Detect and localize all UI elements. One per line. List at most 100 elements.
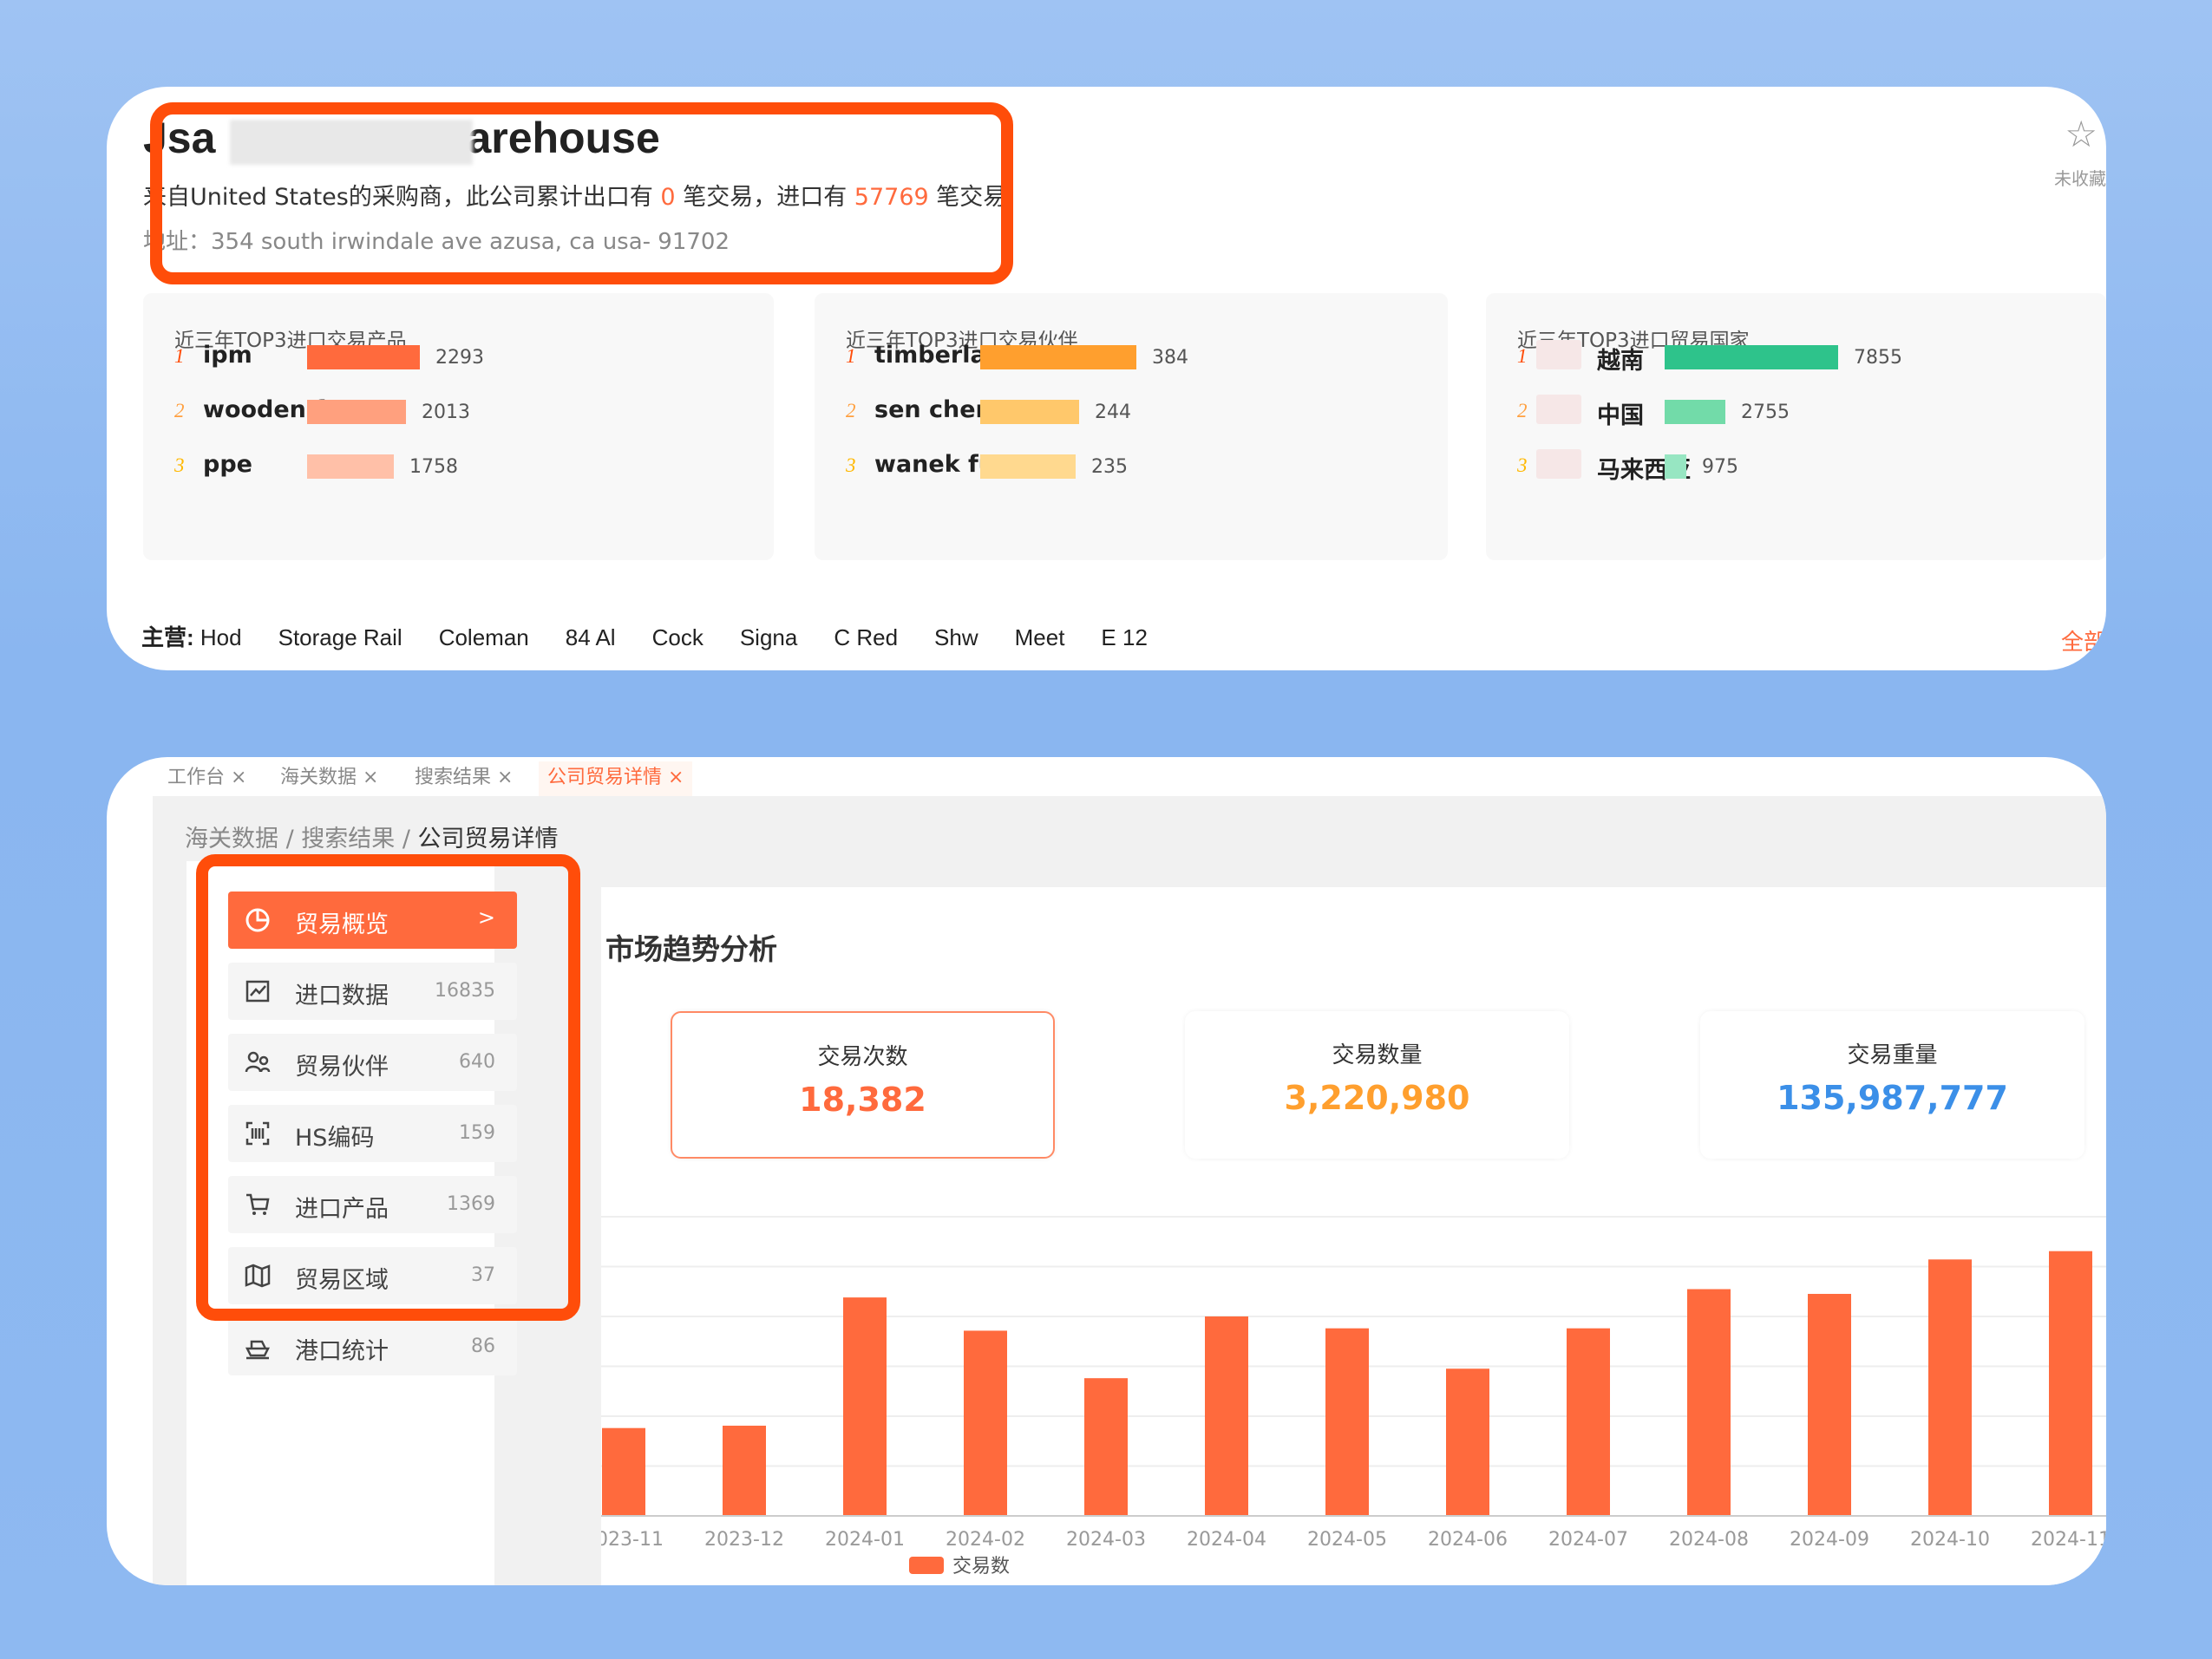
tab-workbench[interactable]: 工作台 × — [159, 761, 255, 796]
business-tag[interactable]: Signa — [740, 624, 798, 650]
top-countries-panel: 近三年TOP3进口贸易国家 1 越南 7855 2 中国 2755 3 马来西亚 975 — [1486, 293, 2106, 560]
chart-bar[interactable] — [1446, 1368, 1489, 1516]
business-tag[interactable]: Hod — [200, 624, 242, 650]
section-title: 市场趋势分析 — [605, 932, 777, 966]
flag-icon — [1536, 340, 1581, 369]
value-bar — [307, 345, 420, 369]
chart-bar[interactable] — [1205, 1316, 1248, 1516]
x-tick-label: 2024-02 — [946, 1529, 1025, 1551]
x-tick-label: 2024-06 — [1428, 1529, 1508, 1551]
chart-bar[interactable] — [1084, 1378, 1128, 1516]
tab-bar: 工作台 × 海关数据 × 搜索结果 × 公司贸易详情 × — [107, 757, 2106, 796]
ranking-row[interactable]: 3 ppe 1758 — [174, 451, 747, 489]
tab-customs-data[interactable]: 海关数据 × — [272, 761, 387, 796]
ranking-row[interactable]: 2 wooden f… 2013 — [174, 396, 747, 434]
value-bar — [1665, 345, 1838, 369]
business-tag[interactable]: Shw — [934, 624, 978, 650]
chart-bar[interactable] — [602, 1427, 645, 1516]
business-tag[interactable]: E 12 — [1101, 624, 1148, 650]
stat-card[interactable]: 交易重量 135,987,777 — [1700, 1011, 2084, 1159]
item-name[interactable]: ipm — [203, 342, 252, 369]
legend-label[interactable]: 交易数 — [952, 1556, 1010, 1577]
item-value: 2293 — [435, 347, 484, 369]
x-tick-label: 2023-12 — [704, 1529, 784, 1551]
close-icon[interactable]: × — [497, 767, 513, 788]
stat-card[interactable]: 交易数量 3,220,980 — [1185, 1011, 1569, 1159]
tab-company-detail[interactable]: 公司贸易详情 × — [539, 761, 693, 796]
business-tag[interactable]: Coleman — [439, 624, 529, 650]
item-value: 384 — [1152, 347, 1188, 369]
sidebar-item-count: 86 — [471, 1336, 495, 1357]
value-bar — [307, 454, 394, 479]
star-icon[interactable]: ☆ — [2065, 113, 2097, 155]
ship-icon — [244, 1333, 272, 1361]
business-tag[interactable]: 84 Al — [566, 624, 616, 650]
chart-bar[interactable] — [843, 1297, 887, 1516]
close-icon[interactable]: × — [363, 767, 378, 788]
chart-bar[interactable] — [723, 1425, 766, 1516]
highlight-box — [150, 102, 1013, 284]
all-business-link[interactable]: 全部 — [2061, 624, 2106, 656]
ranking-row[interactable]: 1 timberlan… 384 — [846, 342, 1418, 380]
stat-value: 135,987,777 — [1777, 1079, 2008, 1117]
stat-card[interactable]: 交易次数 18,382 — [671, 1011, 1055, 1159]
ranking-row[interactable]: 1 越南 7855 — [1517, 340, 2090, 380]
x-tick-label: 2024-11 — [2031, 1529, 2106, 1551]
item-name[interactable]: 中国 — [1597, 396, 1644, 430]
flag-icon — [1536, 449, 1581, 479]
sidebar-item-7[interactable]: 港口统计 86 — [228, 1318, 517, 1375]
breadcrumb-search[interactable]: 搜索结果 — [301, 826, 395, 852]
chart-bar[interactable] — [2049, 1251, 2092, 1516]
chart-bar[interactable] — [1325, 1328, 1369, 1516]
x-tick-label: 2024-07 — [1548, 1529, 1628, 1551]
close-icon[interactable]: × — [668, 767, 684, 788]
breadcrumb-current: 公司贸易详情 — [417, 826, 559, 852]
business-tag[interactable]: Meet — [1015, 624, 1065, 650]
ranking-row[interactable]: 2 sen cheng … 244 — [846, 396, 1418, 434]
chart-bar[interactable] — [1928, 1259, 1972, 1516]
ranking-row[interactable]: 1 ipm 2293 — [174, 342, 747, 380]
trend-bar-chart: 2023-11 2023-12 2024-01 2024-02 2024-03 2024-… — [601, 1216, 2106, 1577]
x-tick-label: 2024-04 — [1187, 1529, 1266, 1551]
main-business: 主营: Hod Storage Rail Coleman 84 Al Cock Signa… — [141, 624, 1148, 650]
value-bar — [1665, 400, 1725, 424]
item-name[interactable]: 越南 — [1597, 342, 1644, 376]
chart-bar[interactable] — [964, 1330, 1007, 1516]
rank-number: 1 — [174, 345, 185, 367]
favorite-label[interactable]: 未收藏 — [2054, 165, 2106, 190]
x-tick-label: 2024-08 — [1669, 1529, 1749, 1551]
ranking-row[interactable]: 3 wanek fur… 235 — [846, 451, 1418, 489]
item-value: 235 — [1091, 456, 1128, 478]
business-tag[interactable]: C Red — [834, 624, 898, 650]
chart-bar[interactable] — [1687, 1289, 1731, 1516]
x-tick-label: 2023-11 — [601, 1529, 664, 1551]
close-icon[interactable]: × — [231, 767, 246, 788]
chart-bar[interactable] — [1808, 1293, 1851, 1516]
rank-number: 3 — [1517, 454, 1528, 476]
business-tag[interactable]: Cock — [652, 624, 704, 650]
ranking-row[interactable]: 3 马来西亚 975 — [1517, 449, 2090, 489]
item-value: 2013 — [422, 402, 470, 423]
rank-number: 1 — [846, 345, 856, 367]
value-bar — [980, 345, 1136, 369]
chart-bar[interactable] — [1567, 1328, 1610, 1516]
rank-number: 3 — [846, 454, 856, 476]
sidebar-item-label: 港口统计 — [295, 1338, 389, 1365]
ranking-row[interactable]: 2 中国 2755 — [1517, 395, 2090, 434]
item-value: 1758 — [409, 456, 458, 478]
item-value: 7855 — [1854, 347, 1902, 369]
stat-value: 3,220,980 — [1284, 1079, 1470, 1117]
x-tick-label: 2024-09 — [1790, 1529, 1869, 1551]
x-tick-label: 2024-10 — [1910, 1529, 1990, 1551]
item-name[interactable]: ppe — [203, 451, 252, 478]
tab-search-results[interactable]: 搜索结果 × — [406, 761, 521, 796]
top-products-panel: 近三年TOP3进口交易产品 1 ipm 2293 2 wooden f… 2013 3 ppe 1… — [143, 293, 774, 560]
item-value: 244 — [1095, 402, 1131, 423]
x-tick-label: 2024-01 — [825, 1529, 905, 1551]
business-tag[interactable]: Storage Rail — [278, 624, 402, 650]
legend-swatch[interactable] — [909, 1557, 944, 1574]
rank-number: 2 — [1517, 400, 1528, 421]
breadcrumb-customs[interactable]: 海关数据 — [185, 826, 278, 852]
stat-label: 交易重量 — [1847, 1042, 1938, 1068]
flag-icon — [1536, 395, 1581, 424]
